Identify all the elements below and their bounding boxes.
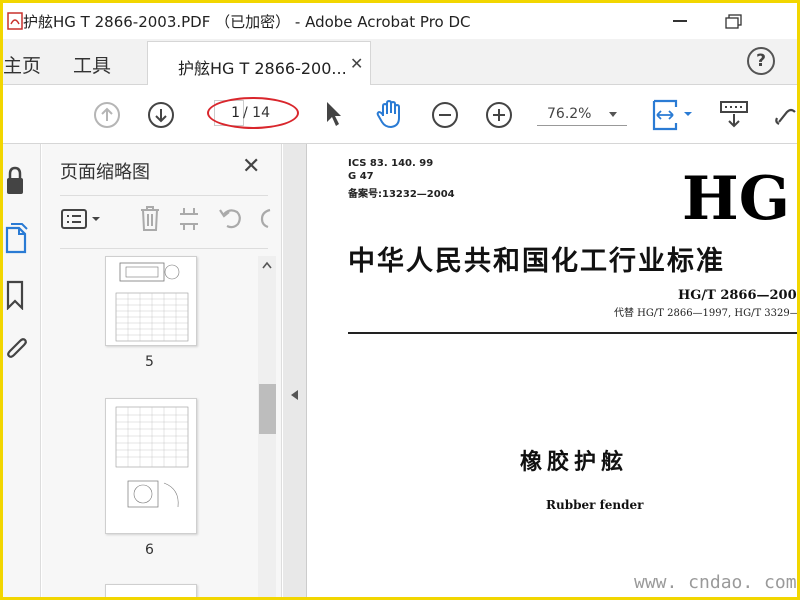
keyboard-scroll-icon[interactable] — [719, 100, 749, 130]
ics-code: ICS 83. 140. 99 — [348, 158, 434, 169]
delete-icon[interactable] — [138, 204, 162, 232]
tab-tools[interactable]: 工具 — [73, 51, 111, 78]
standard-title: 中华人民共和国化工行业标准 — [348, 246, 725, 277]
panel-divider — [60, 195, 268, 196]
thumbnail-page-6-content — [115, 406, 189, 508]
thumbnails-panel-title: 页面缩略图 — [60, 162, 150, 183]
options-menu-icon[interactable] — [60, 208, 104, 230]
help-button[interactable]: ? — [747, 47, 775, 75]
fit-page-icon[interactable] — [651, 98, 697, 132]
zoom-in-icon[interactable] — [485, 101, 513, 129]
thumbnail-page-number: 5 — [145, 354, 154, 370]
page-thumbnail[interactable] — [105, 256, 197, 346]
document-tab-label: 护舷HG T 2866-200... — [178, 59, 347, 78]
document-chinese-title: 橡胶护舷 — [520, 450, 629, 475]
next-page-icon[interactable] — [147, 101, 175, 129]
zoom-level-value: 76.2% — [547, 106, 592, 122]
restore-button[interactable] — [725, 14, 743, 30]
thumbnail-page-number: 6 — [145, 542, 154, 558]
page-thumbnail[interactable] — [105, 584, 197, 597]
extract-icon[interactable] — [178, 206, 202, 232]
classification-code: G 47 — [348, 171, 374, 182]
attachment-icon[interactable] — [5, 336, 29, 366]
panel-divider — [60, 248, 268, 249]
rotate-left-icon[interactable] — [218, 206, 244, 232]
left-rail — [3, 144, 41, 597]
filing-number: 备案号:13232—2004 — [348, 189, 455, 200]
document-english-title: Rubber fender — [546, 498, 644, 512]
rotate-right-icon[interactable] — [258, 206, 272, 232]
scroll-up-icon[interactable] — [261, 260, 273, 270]
close-panel-button[interactable]: ✕ — [242, 154, 260, 179]
lock-icon[interactable] — [5, 166, 25, 196]
scrollbar-thumb[interactable] — [259, 384, 276, 434]
bookmark-icon[interactable] — [5, 280, 25, 310]
previous-page-icon[interactable] — [93, 101, 121, 129]
zoom-out-icon[interactable] — [431, 101, 459, 129]
acrobat-window: 护舷HG T 2866-2003.PDF （已加密） - Adobe Acrob… — [3, 3, 797, 597]
watermark-text: www. cndao. com — [634, 572, 797, 593]
annotation-ellipse — [207, 97, 299, 129]
page-thumbnails-icon[interactable] — [5, 222, 29, 254]
thumbnail-page-5-content — [115, 262, 189, 342]
thumbnails-scrollbar[interactable] — [258, 256, 276, 597]
title-bar: 护舷HG T 2866-2003.PDF （已加密） - Adobe Acrob… — [3, 3, 797, 39]
pdf-app-icon — [7, 12, 23, 30]
hg-mark: HG — [682, 164, 790, 234]
document-view[interactable]: ICS 83. 140. 99 G 47 备案号:13232—2004 HG 中… — [308, 144, 797, 597]
minimize-button[interactable] — [673, 20, 687, 22]
link-icon[interactable] — [775, 100, 797, 130]
zoom-level-select[interactable]: 76.2% — [537, 104, 627, 126]
page-thumbnail[interactable] — [105, 398, 197, 534]
chevron-down-icon — [609, 112, 617, 117]
header-rule — [348, 332, 797, 334]
toolbar: 1 / 14 76.2% — [3, 86, 797, 144]
tab-document[interactable]: 护舷HG T 2866-200... ✕ — [147, 41, 371, 85]
close-tab-button[interactable]: ✕ — [350, 54, 363, 73]
panel-collapse-strip[interactable] — [283, 144, 307, 597]
tab-bar: 主页 工具 护舷HG T 2866-200... ✕ ? — [3, 39, 797, 85]
hand-tool-icon[interactable] — [375, 98, 405, 130]
replaces-note: 代替 HG/T 2866—1997, HG/T 3329—1989 — [614, 308, 797, 319]
thumbnails-panel: 页面缩略图 ✕ 5 6 — [42, 144, 282, 597]
tab-home[interactable]: 主页 — [3, 51, 41, 78]
collapse-arrow-icon — [291, 390, 298, 400]
select-tool-icon[interactable] — [323, 100, 343, 128]
window-title: 护舷HG T 2866-2003.PDF （已加密） - Adobe Acrob… — [23, 13, 471, 31]
thumbnail-options-bar — [60, 204, 280, 234]
standard-number: HG/T 2866—2003 — [678, 288, 797, 303]
